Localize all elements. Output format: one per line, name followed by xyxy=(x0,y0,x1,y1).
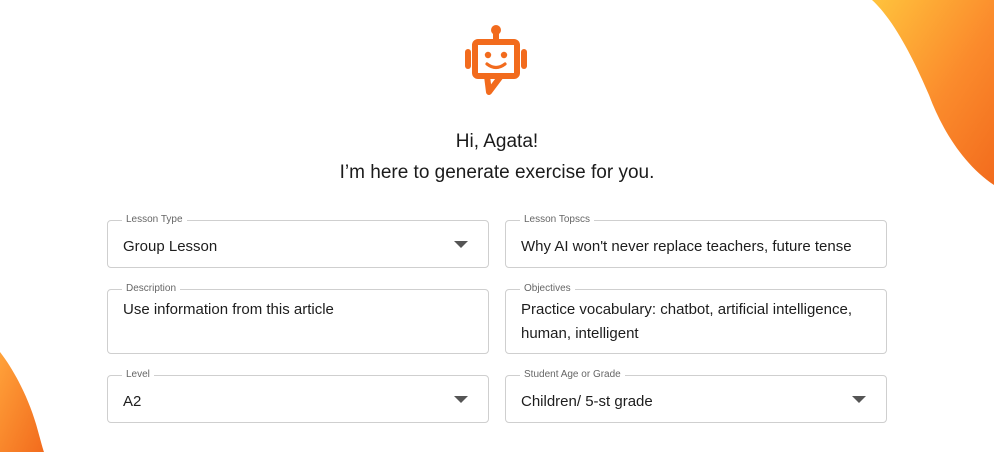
decorative-blob-bottom-left xyxy=(0,352,44,452)
caret-down-icon[interactable] xyxy=(454,396,468,403)
student-age-select[interactable]: Student Age or Grade Children/ 5-st grad… xyxy=(505,369,887,423)
student-age-value: Children/ 5-st grade xyxy=(521,393,653,410)
lesson-type-select[interactable]: Lesson Type Group Lesson xyxy=(107,214,489,268)
greeting-title: Hi, Agata! xyxy=(455,131,539,152)
lesson-topics-label: Lesson Topscs xyxy=(520,214,594,226)
greeting-subtitle: I’m here to generate exercise for you. xyxy=(339,162,655,183)
caret-down-icon[interactable] xyxy=(852,396,866,403)
description-label: Description xyxy=(122,283,181,295)
level-select[interactable]: Level A2 xyxy=(107,369,489,423)
objectives-value: Practice vocabulary: chatbot, artificial… xyxy=(521,301,852,342)
student-age-label: Student Age or Grade xyxy=(520,369,625,381)
description-field[interactable]: Description Use information from this ar… xyxy=(107,283,489,354)
objectives-label: Objectives xyxy=(520,283,575,295)
lesson-topics-field[interactable]: Lesson Topscs Why AI won't never replace… xyxy=(505,214,887,268)
lesson-type-value: Group Lesson xyxy=(123,238,218,255)
objectives-field[interactable]: Objectives Practice vocabulary: chatbot,… xyxy=(505,283,887,354)
robot-chat-icon xyxy=(465,25,527,95)
level-value: A2 xyxy=(123,393,142,410)
description-value: Use information from this article xyxy=(123,301,334,318)
level-label: Level xyxy=(122,369,154,381)
lesson-topics-value: Why AI won't never replace teachers, fut… xyxy=(521,238,852,255)
caret-down-icon[interactable] xyxy=(454,241,468,248)
lesson-type-label: Lesson Type xyxy=(122,214,187,226)
